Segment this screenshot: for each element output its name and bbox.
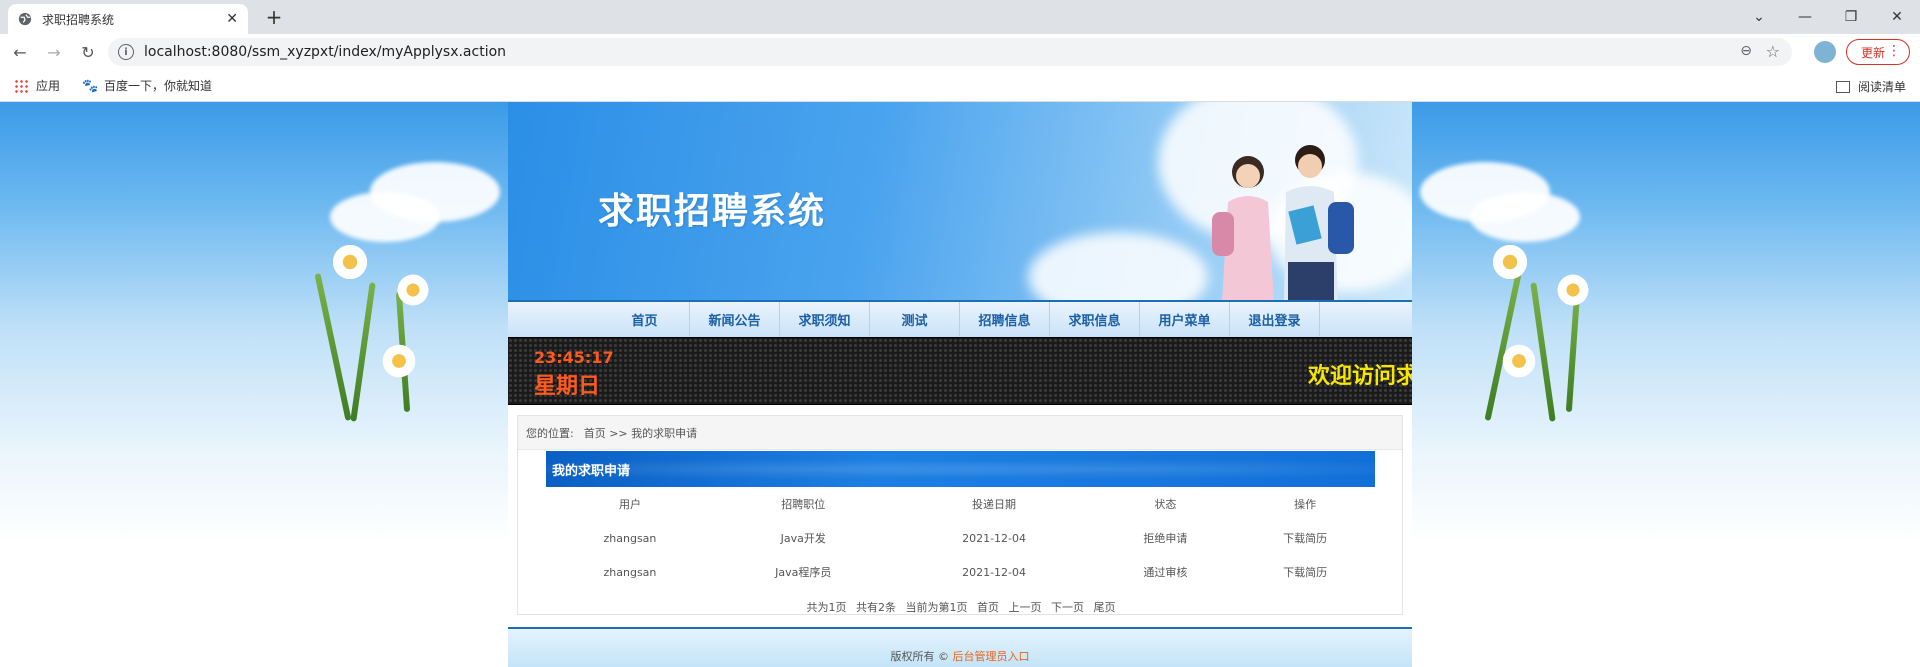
col-date: 投递日期: [972, 498, 1017, 511]
pager-total-items: 共有2条: [856, 601, 896, 614]
table-row: zhangsan Java程序员 2021-12-04 通过审核 下载简历: [546, 555, 1375, 589]
browser-tab-strip: 求职招聘系统 ✕ + ⌄ — ❐ ✕: [0, 0, 1920, 34]
minimize-button[interactable]: —: [1782, 2, 1828, 32]
address-bar[interactable]: i localhost:8080/ssm_xyzpxt/index/myAppl…: [108, 38, 1792, 66]
site-footer: 版权所有 © 后台管理员入口: [508, 627, 1412, 667]
bg-cloud: [330, 192, 440, 242]
profile-avatar[interactable]: [1814, 41, 1836, 63]
bg-cloud: [1470, 192, 1580, 242]
reading-list-icon: [1835, 80, 1850, 93]
cell-status: 通过审核: [1143, 566, 1188, 579]
panel-title-text: 我的求职申请: [552, 463, 631, 479]
browser-toolbar: ← → ↻ i localhost:8080/ssm_xyzpxt/index/…: [0, 34, 1920, 70]
cell-user: zhangsan: [603, 531, 657, 545]
browser-tab[interactable]: 求职招聘系统 ✕: [8, 4, 248, 34]
col-status: 状态: [1154, 498, 1177, 511]
zoom-icon[interactable]: ⊖: [1740, 43, 1752, 59]
address-url[interactable]: localhost:8080/ssm_xyzpxt/index/myApplys…: [144, 44, 506, 60]
nav-job-seeking[interactable]: 求职信息: [1050, 302, 1140, 336]
bookmark-baidu[interactable]: 🐾 百度一下，你就知道: [82, 77, 212, 94]
bg-flower: [1490, 242, 1530, 282]
cell-position: Java开发: [780, 532, 826, 545]
cell-position: Java程序员: [775, 566, 832, 579]
bookmark-apps[interactable]: 应用: [14, 77, 60, 94]
nav-logout[interactable]: 退出登录: [1230, 302, 1320, 336]
panel-title: 我的求职申请: [546, 451, 1375, 487]
page-viewport: 求职招聘系统 首页 新闻公告 求职须知 测试 招聘信息 求职信息 用户菜单 退出…: [0, 102, 1920, 667]
close-window-button[interactable]: ✕: [1874, 2, 1920, 32]
breadcrumb-path[interactable]: 首页 >> 我的求职申请: [584, 425, 697, 441]
bg-grass: [350, 282, 376, 422]
footer-copyright: 版权所有 ©: [890, 650, 950, 663]
pager-next[interactable]: 下一页: [1051, 601, 1084, 614]
cell-user: zhangsan: [603, 565, 657, 579]
bg-flower: [330, 242, 370, 282]
download-resume-link[interactable]: 下载简历: [1235, 521, 1375, 555]
nav-test[interactable]: 测试: [870, 302, 960, 336]
cell-status: 拒绝申请: [1143, 532, 1188, 545]
nav-user-menu[interactable]: 用户菜单: [1140, 302, 1230, 336]
bg-flower: [1555, 272, 1591, 308]
tab-search-icon[interactable]: ⌄: [1736, 2, 1782, 32]
site-banner: 求职招聘系统: [508, 102, 1412, 300]
menu-dots-icon[interactable]: ⋮: [1887, 43, 1901, 59]
clock-time: 23:45:17: [534, 348, 614, 367]
site-info-icon[interactable]: i: [118, 44, 134, 60]
bookmarks-bar: 应用 🐾 百度一下，你就知道 阅读清单: [0, 70, 1920, 102]
main-nav: 首页 新闻公告 求职须知 测试 招聘信息 求职信息 用户菜单 退出登录: [508, 300, 1412, 337]
bg-flower: [380, 342, 418, 380]
site-container: 求职招聘系统 首页 新闻公告 求职须知 测试 招聘信息 求职信息 用户菜单 退出…: [508, 102, 1412, 667]
reload-icon[interactable]: ↻: [74, 38, 102, 66]
bg-flower: [1500, 342, 1538, 380]
led-clock-bar: 23:45:17 星期日 欢迎访问求职招聘系统: [508, 337, 1412, 405]
students-illustration-icon: [1212, 145, 1354, 300]
pager-total-pages: 共为1页: [806, 601, 847, 614]
cell-date: 2021-12-04: [962, 531, 1027, 545]
reading-list-label: 阅读清单: [1857, 80, 1906, 94]
bookmark-star-icon[interactable]: ☆: [1766, 42, 1780, 61]
pagination: 共为1页 共有2条 当前为第1页 首页 上一页 下一页 尾页: [518, 599, 1404, 615]
restore-button[interactable]: ❐: [1828, 2, 1874, 32]
pager-prev[interactable]: 上一页: [1009, 601, 1042, 614]
update-label: 更新: [1861, 45, 1886, 60]
browser-tab-title: 求职招聘系统: [42, 12, 115, 27]
reading-list[interactable]: 阅读清单: [1835, 78, 1906, 95]
content-box: 您的位置: 首页 >> 我的求职申请 我的求职申请 用户 招聘职位 投递日期 状…: [517, 415, 1403, 615]
cell-date: 2021-12-04: [962, 565, 1027, 579]
pager-first[interactable]: 首页: [977, 601, 999, 614]
breadcrumb: 您的位置: 首页 >> 我的求职申请: [518, 416, 1402, 450]
breadcrumb-prefix: 您的位置:: [526, 426, 574, 440]
table-row: zhangsan Java开发 2021-12-04 拒绝申请 下载简历: [546, 521, 1375, 555]
site-title: 求职招聘系统: [598, 191, 827, 232]
bookmark-baidu-label: 百度一下，你就知道: [104, 79, 213, 93]
download-resume-link[interactable]: 下载简历: [1235, 555, 1375, 589]
col-action: 操作: [1294, 498, 1317, 511]
pager-current: 当前为第1页: [905, 601, 968, 614]
col-position: 招聘职位: [781, 498, 826, 511]
bg-grass: [314, 273, 352, 421]
bg-flower: [395, 272, 431, 308]
new-tab-button[interactable]: +: [260, 4, 288, 30]
update-button[interactable]: 更新 ⋮: [1846, 39, 1910, 65]
nav-news[interactable]: 新闻公告: [690, 302, 780, 336]
window-controls: ⌄ — ❐ ✕: [1736, 0, 1920, 34]
close-tab-icon[interactable]: ✕: [226, 11, 238, 27]
back-arrow-icon[interactable]: ←: [6, 38, 34, 66]
applications-table: 用户 招聘职位 投递日期 状态 操作 zhangsan Java开发 2021-…: [546, 487, 1375, 589]
clock-weekday: 星期日: [534, 374, 601, 399]
bookmark-apps-label: 应用: [36, 79, 61, 93]
bg-grass: [1565, 291, 1581, 413]
table-header-row: 用户 招聘职位 投递日期 状态 操作: [546, 487, 1375, 521]
admin-entry-link[interactable]: 后台管理员入口: [953, 650, 1030, 663]
welcome-marquee: 欢迎访问求职招聘系统: [1308, 364, 1412, 389]
nav-job-guide[interactable]: 求职须知: [780, 302, 870, 336]
pager-last[interactable]: 尾页: [1094, 601, 1116, 614]
nav-home[interactable]: 首页: [600, 302, 690, 336]
apps-grid-icon: [14, 78, 28, 93]
forward-arrow-icon[interactable]: →: [40, 38, 68, 66]
nav-recruitment[interactable]: 招聘信息: [960, 302, 1050, 336]
globe-icon: [18, 12, 32, 26]
baidu-paw-icon: 🐾: [82, 78, 99, 94]
col-user: 用户: [618, 498, 641, 511]
